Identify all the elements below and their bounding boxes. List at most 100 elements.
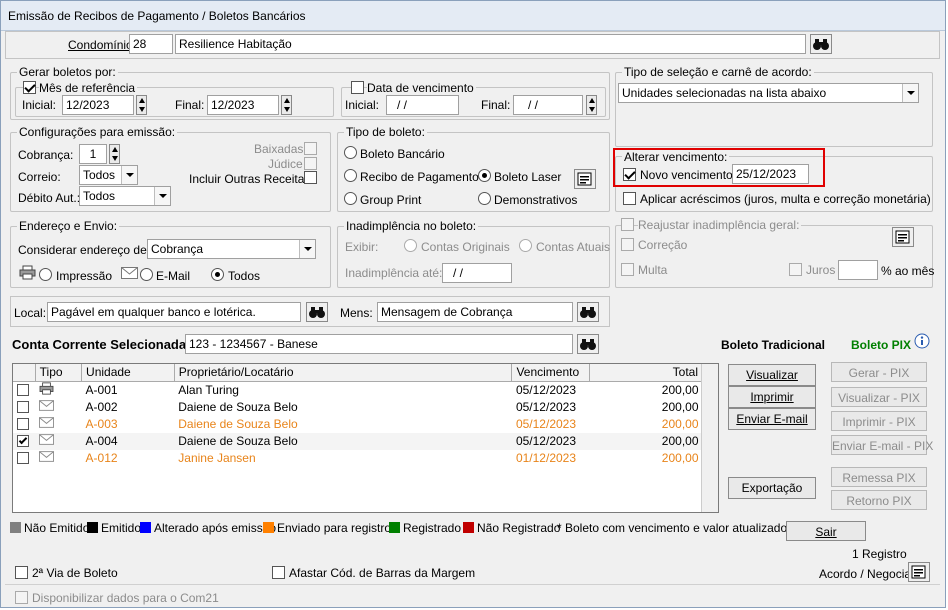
gerar-pix-button[interactable]: Gerar - PIX bbox=[831, 362, 927, 382]
row-tipo bbox=[35, 399, 81, 416]
retorno-pix-button[interactable]: Retorno PIX bbox=[831, 490, 927, 510]
disponibilizar-checkbox[interactable] bbox=[15, 591, 28, 604]
header-unidade[interactable]: Unidade bbox=[81, 364, 175, 382]
row-checkbox[interactable] bbox=[17, 451, 29, 464]
boleto-laser-radio[interactable] bbox=[478, 169, 491, 182]
cobranca-spinner[interactable] bbox=[109, 144, 120, 164]
segunda-via-checkbox[interactable] bbox=[15, 566, 28, 579]
main-window: Emissão de Recibos de Pagamento / Boleto… bbox=[0, 0, 946, 608]
table-row[interactable]: A-003 Daiene de Souza Belo 05/12/2023 200,0… bbox=[13, 416, 703, 433]
boleto-bancario-radio[interactable] bbox=[344, 146, 357, 159]
juros-checkbox[interactable] bbox=[789, 263, 802, 276]
search-condominio-button[interactable] bbox=[810, 34, 832, 54]
correcao-checkbox[interactable] bbox=[621, 238, 634, 251]
local-input[interactable]: Pagável em qualquer banco e lotérica. bbox=[47, 302, 301, 322]
inicial-spinner[interactable] bbox=[136, 95, 147, 115]
contas-originais-radio[interactable] bbox=[404, 239, 417, 252]
row-proprietario: Alan Turing bbox=[178, 382, 239, 397]
email-radio[interactable] bbox=[140, 268, 153, 281]
boleto-settings-button[interactable] bbox=[574, 169, 596, 189]
mens-input[interactable]: Mensagem de Cobrança bbox=[377, 302, 573, 322]
correcao-label: Correção bbox=[638, 238, 688, 252]
data-inicial-input[interactable]: / / bbox=[386, 95, 459, 115]
contas-atuais-radio[interactable] bbox=[519, 239, 532, 252]
todos-radio[interactable] bbox=[211, 268, 224, 281]
vertical-scrollbar[interactable] bbox=[701, 364, 718, 512]
condominio-name-input[interactable]: Resilience Habitação bbox=[175, 34, 806, 54]
table-row[interactable]: A-004 Daiene de Souza Belo 05/12/2023 200,0… bbox=[13, 432, 703, 450]
row-checkbox-cell[interactable] bbox=[13, 399, 35, 416]
final-spinner[interactable] bbox=[281, 95, 292, 115]
row-checkbox-cell[interactable] bbox=[13, 450, 35, 467]
search-local-button[interactable] bbox=[306, 302, 328, 322]
table-row[interactable]: A-012 Janine Jansen 01/12/2023 200,00 bbox=[13, 450, 703, 467]
novo-vencimento-input[interactable]: 25/12/2023 bbox=[732, 164, 809, 184]
sair-button[interactable]: Sair bbox=[786, 521, 866, 541]
printer-icon bbox=[39, 381, 54, 395]
data-vencimento-label: Data de vencimento bbox=[367, 81, 476, 95]
row-checkbox[interactable] bbox=[17, 417, 29, 430]
acordo-button[interactable] bbox=[908, 562, 930, 582]
imprimir-button[interactable]: Imprimir bbox=[728, 386, 816, 408]
row-proprietario: Daiene de Souza Belo bbox=[178, 433, 298, 448]
endereco-select[interactable]: Cobrança bbox=[147, 239, 316, 259]
visualizar-pix-button[interactable]: Visualizar - PIX bbox=[831, 387, 927, 407]
info-icon[interactable] bbox=[914, 333, 930, 349]
reajustar-checkbox[interactable] bbox=[621, 218, 634, 231]
search-mens-button[interactable] bbox=[577, 302, 599, 322]
row-checkbox-cell[interactable] bbox=[13, 381, 35, 399]
visualizar-button[interactable]: Visualizar bbox=[728, 364, 816, 386]
row-checkbox[interactable] bbox=[17, 400, 29, 413]
legend-swatch bbox=[10, 522, 21, 533]
row-checkbox[interactable] bbox=[17, 383, 29, 396]
baixadas-checkbox[interactable] bbox=[304, 142, 317, 155]
acrescimos-checkbox[interactable] bbox=[623, 192, 636, 205]
inicial-input[interactable]: 12/2023 bbox=[62, 95, 134, 115]
window-title: Emissão de Recibos de Pagamento / Boleto… bbox=[8, 9, 306, 23]
exportacao-button[interactable]: Exportação bbox=[728, 477, 816, 499]
impressao-radio[interactable] bbox=[39, 268, 52, 281]
contas-originais-label: Contas Originais bbox=[421, 240, 510, 254]
group-print-radio[interactable] bbox=[344, 192, 357, 205]
outras-receitas-checkbox[interactable] bbox=[304, 171, 317, 184]
legend-label: Alterado após emissão bbox=[154, 521, 277, 535]
remessa-pix-button[interactable]: Remessa PIX bbox=[831, 467, 927, 487]
conta-corrente-input[interactable]: 123 - 1234567 - Banese bbox=[185, 334, 573, 354]
legend-label: Enviado para registro bbox=[277, 521, 392, 535]
imprimir-pix-button[interactable]: Imprimir - PIX bbox=[831, 411, 927, 431]
binoculars-icon bbox=[580, 307, 596, 318]
mes-referencia-checkbox[interactable] bbox=[23, 81, 36, 94]
cobranca-input[interactable]: 1 bbox=[79, 144, 107, 164]
header-total[interactable]: Total bbox=[589, 364, 703, 382]
debito-select[interactable]: Todos bbox=[79, 186, 171, 206]
search-conta-button[interactable] bbox=[577, 334, 599, 354]
final-input[interactable]: 12/2023 bbox=[207, 95, 279, 115]
tipo-selecao-select[interactable]: Unidades selecionadas na lista abaixo bbox=[618, 83, 919, 103]
data-final-input[interactable]: / / bbox=[513, 95, 583, 115]
row-checkbox[interactable] bbox=[17, 434, 29, 447]
data-final-spinner[interactable] bbox=[586, 95, 597, 115]
data-vencimento-checkbox[interactable] bbox=[351, 81, 364, 94]
correio-select[interactable]: Todos bbox=[79, 165, 138, 185]
multa-checkbox[interactable] bbox=[621, 263, 634, 276]
header-tipo[interactable]: Tipo bbox=[35, 364, 83, 382]
header-proprietario[interactable]: Proprietário/Locatário bbox=[174, 364, 513, 382]
inadimplencia-ate-input[interactable]: / / bbox=[442, 263, 512, 283]
table-row[interactable]: A-001 Alan Turing 05/12/2023 200,00 bbox=[13, 381, 703, 399]
judice-checkbox[interactable] bbox=[304, 157, 317, 170]
row-checkbox-cell[interactable] bbox=[13, 416, 35, 433]
recibo-pagamento-radio[interactable] bbox=[344, 169, 357, 182]
table-row[interactable]: A-002 Daiene de Souza Belo 05/12/2023 200,0… bbox=[13, 399, 703, 416]
condominio-code-input[interactable]: 28 bbox=[129, 34, 173, 54]
juros-input[interactable] bbox=[838, 260, 878, 280]
header-vencimento[interactable]: Vencimento bbox=[511, 364, 591, 382]
afastar-checkbox[interactable] bbox=[272, 566, 285, 579]
enviar-email-pix-button[interactable]: Enviar E-mail - PIX bbox=[831, 435, 933, 455]
row-checkbox-cell[interactable] bbox=[13, 433, 35, 450]
reajustar-settings-button[interactable] bbox=[892, 227, 914, 247]
legend-label: Registrado bbox=[403, 521, 462, 535]
novo-vencimento-checkbox[interactable] bbox=[623, 168, 636, 181]
enviar-email-button[interactable]: Enviar E-mail bbox=[728, 408, 816, 430]
demonstrativos-radio[interactable] bbox=[478, 192, 491, 205]
mes-referencia-label: Mês de referência bbox=[39, 81, 138, 95]
